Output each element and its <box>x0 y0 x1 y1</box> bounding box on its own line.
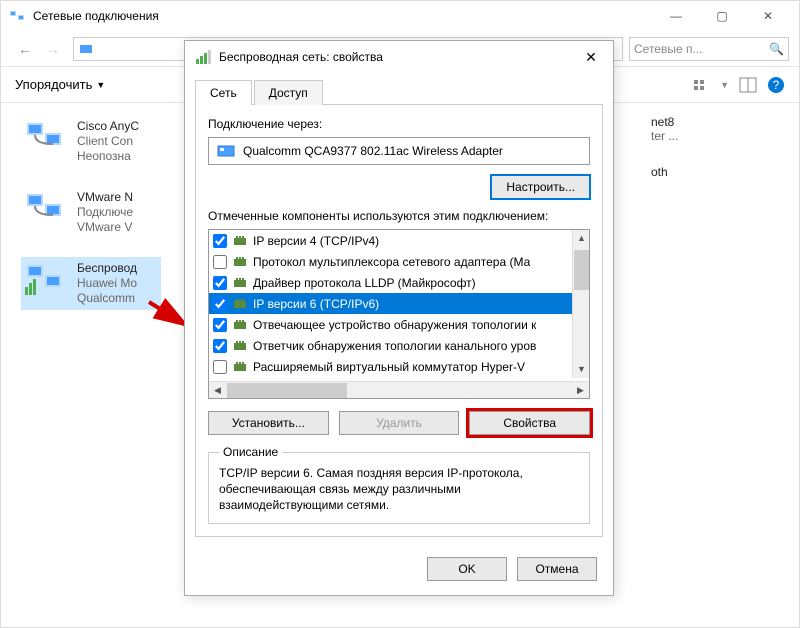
components-label: Отмеченные компоненты используются этим … <box>208 209 590 223</box>
protocol-icon <box>233 319 247 331</box>
horizontal-scrollbar[interactable]: ◀▶ <box>209 381 589 398</box>
component-row[interactable]: Протокол мультиплексора сетевого адаптер… <box>209 251 589 272</box>
maximize-button[interactable]: ▢ <box>699 1 745 31</box>
component-checkbox[interactable] <box>213 255 227 269</box>
connection-item[interactable]: VMware N Подключе VMware V <box>21 186 161 239</box>
breadcrumb-icon <box>78 41 94 57</box>
component-row[interactable]: Расширяемый виртуальный коммутатор Hyper… <box>209 356 589 377</box>
nic-icon <box>217 144 235 158</box>
dialog-footer: OK Отмена <box>185 547 613 595</box>
component-label: Расширяемый виртуальный коммутатор Hyper… <box>253 360 525 374</box>
vertical-scrollbar[interactable]: ▲▼ <box>572 230 589 378</box>
dialog-titlebar: Беспроводная сеть: свойства ✕ <box>185 41 613 73</box>
protocol-icon <box>233 340 247 352</box>
component-label: Отвечающее устройство обнаружения тополо… <box>253 318 536 332</box>
ok-button[interactable]: OK <box>427 557 507 581</box>
component-row[interactable]: Ответчик обнаружения топологии канальног… <box>209 335 589 356</box>
component-label: IP версии 6 (TCP/IPv6) <box>253 297 379 311</box>
connection-name: Cisco AnyC <box>77 119 139 134</box>
component-checkbox[interactable] <box>213 360 227 374</box>
search-input[interactable]: Сетевые п... 🔍 <box>629 37 789 61</box>
network-connections-icon <box>9 8 25 24</box>
minimize-button[interactable]: — <box>653 1 699 31</box>
search-icon: 🔍 <box>769 42 784 56</box>
protocol-icon <box>233 235 247 247</box>
svg-text:?: ? <box>773 78 780 92</box>
protocol-icon <box>233 277 247 289</box>
connection-item[interactable]: Cisco AnyC Client Con Неопозна <box>21 115 161 168</box>
component-row[interactable]: Драйвер протокола LLDP (Майкрософт) <box>209 272 589 293</box>
tab-access[interactable]: Доступ <box>254 80 323 105</box>
wireless-adapter-icon <box>25 261 67 295</box>
component-checkbox[interactable] <box>213 234 227 248</box>
component-label: Ответчик обнаружения топологии канальног… <box>253 339 536 353</box>
component-label: Драйвер протокола LLDP (Майкрософт) <box>253 276 476 290</box>
dialog-body: Подключение через: Qualcomm QCA9377 802.… <box>195 104 603 537</box>
properties-button[interactable]: Свойства <box>469 411 590 435</box>
help-icon[interactable]: ? <box>767 76 785 94</box>
component-checkbox[interactable] <box>213 297 227 311</box>
component-row[interactable]: IP версии 6 (TCP/IPv6) <box>209 293 589 314</box>
protocol-icon <box>233 256 247 268</box>
wireless-icon <box>195 49 211 65</box>
install-button[interactable]: Установить... <box>208 411 329 435</box>
uninstall-button: Удалить <box>339 411 460 435</box>
adapter-icon <box>25 190 67 224</box>
description-legend: Описание <box>219 445 282 459</box>
description-text: TCP/IP версии 6. Самая поздняя версия IP… <box>219 465 579 513</box>
components-listbox: IP версии 4 (TCP/IPv4) Протокол мультипле… <box>208 229 590 399</box>
component-row[interactable]: IP версии 4 (TCP/IPv4) <box>209 230 589 251</box>
connection-list: Cisco AnyC Client Con Неопозна VMware N … <box>21 115 161 310</box>
parent-title: Сетевые подключения <box>33 9 653 23</box>
chevron-down-icon: ▼ <box>96 80 105 90</box>
view-icon[interactable] <box>692 76 710 94</box>
component-checkbox[interactable] <box>213 276 227 290</box>
protocol-icon <box>233 298 247 310</box>
component-checkbox[interactable] <box>213 339 227 353</box>
component-checkbox[interactable] <box>213 318 227 332</box>
component-label: Протокол мультиплексора сетевого адаптер… <box>253 255 530 269</box>
dialog-tabs: Сеть Доступ <box>185 73 613 104</box>
dialog-close-button[interactable]: ✕ <box>579 49 603 66</box>
organize-button[interactable]: Упорядочить ▼ <box>15 77 105 92</box>
forward-button[interactable]: → <box>39 41 67 57</box>
search-placeholder: Сетевые п... <box>634 42 702 56</box>
close-button[interactable]: ✕ <box>745 1 791 31</box>
detail-pane-icon[interactable] <box>739 76 757 94</box>
properties-dialog: Беспроводная сеть: свойства ✕ Сеть Досту… <box>184 40 614 596</box>
configure-button[interactable]: Настроить... <box>491 175 590 199</box>
connect-via-label: Подключение через: <box>208 117 590 131</box>
component-row[interactable]: Отвечающее устройство обнаружения тополо… <box>209 314 589 335</box>
connection-name: VMware N <box>77 190 133 205</box>
tab-network[interactable]: Сеть <box>195 80 252 105</box>
adapter-box[interactable]: Qualcomm QCA9377 802.11ac Wireless Adapt… <box>208 137 590 165</box>
component-label: IP версии 4 (TCP/IPv4) <box>253 234 379 248</box>
back-button[interactable]: ← <box>11 41 39 57</box>
dialog-title: Беспроводная сеть: свойства <box>219 50 579 64</box>
chevron-down-icon[interactable]: ▼ <box>720 80 729 90</box>
description-group: Описание TCP/IP версии 6. Самая поздняя … <box>208 445 590 524</box>
cancel-button[interactable]: Отмена <box>517 557 597 581</box>
side-partial-list: net8 ter ... oth <box>651 115 678 310</box>
connection-item[interactable]: Беспровод Huawei Mo Qualcomm <box>21 257 161 310</box>
parent-titlebar: Сетевые подключения — ▢ ✕ <box>1 1 799 31</box>
protocol-icon <box>233 361 247 373</box>
connection-name: Беспровод <box>77 261 137 276</box>
adapter-name: Qualcomm QCA9377 802.11ac Wireless Adapt… <box>243 144 503 158</box>
adapter-icon <box>25 119 67 153</box>
